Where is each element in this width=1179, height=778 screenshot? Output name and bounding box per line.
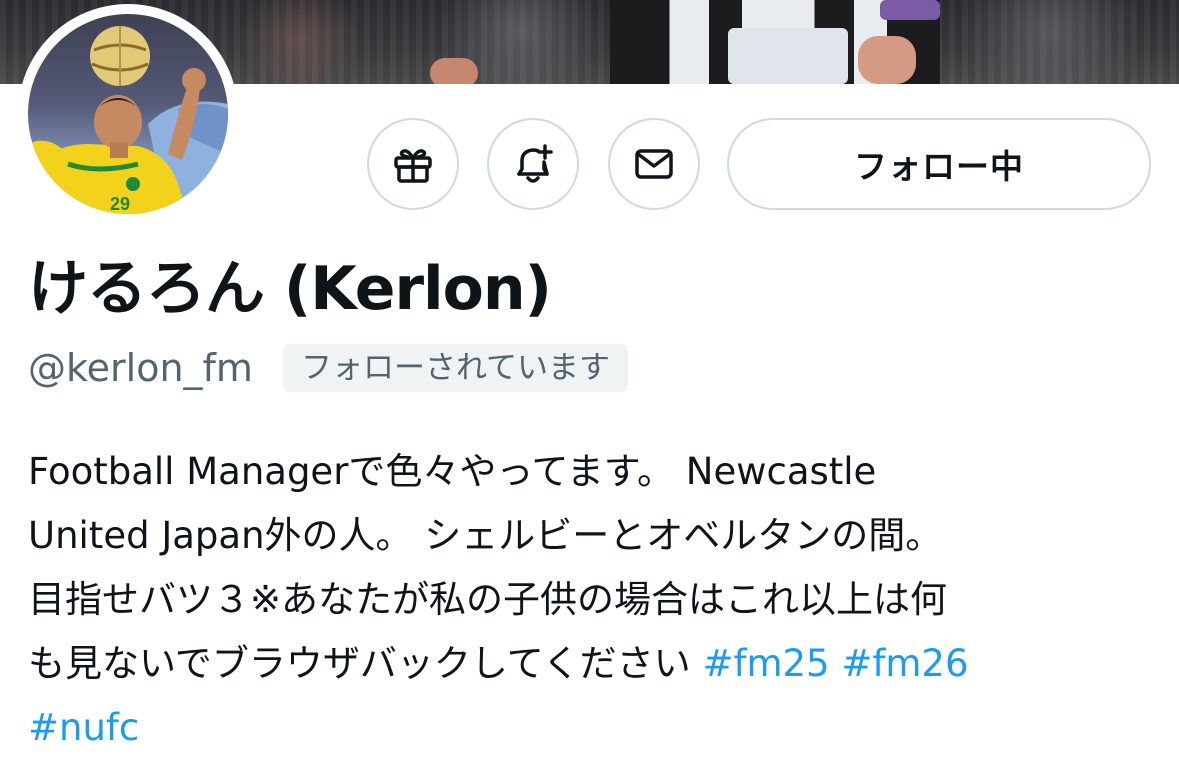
svg-text:29: 29 — [110, 194, 130, 214]
bio-line: も見ないでブラウザバックしてください #fm25 #fm26 — [28, 632, 1158, 696]
mail-icon — [635, 149, 673, 179]
bio-line: United Japan外の人。 シェルビーとオベルタンの間。 — [28, 514, 943, 557]
following-button[interactable]: フォロー中 — [727, 118, 1151, 210]
follows-you-badge: フォローされています — [282, 344, 629, 392]
banner-sleeve — [880, 0, 940, 20]
message-button[interactable] — [608, 118, 700, 210]
bio-line: #nufc — [28, 696, 1158, 760]
avatar-image: 29 — [28, 14, 228, 214]
bio-line: 目指せバツ３※あなたが私の子供の場合はこれ以上は何 — [28, 578, 948, 621]
notifications-button[interactable] — [487, 118, 579, 210]
banner-fist-left — [430, 58, 478, 84]
avatar[interactable]: 29 — [18, 4, 238, 224]
avatar-photo-illustration: 29 — [28, 26, 228, 214]
banner-fist-right — [858, 36, 916, 84]
gift-icon — [394, 149, 432, 183]
hashtag-link[interactable]: #fm25 — [702, 642, 829, 685]
notification-bell-plus-icon — [517, 144, 553, 183]
profile-page: 29 フォロー中 けるろん (Kerlon) @kerlon_fm フォローされ… — [0, 0, 1179, 778]
hashtag-link[interactable]: #nufc — [28, 706, 139, 749]
handle-row: @kerlon_fm フォローされています — [28, 342, 629, 394]
profile-bio: Football Managerで色々やってます。 Newcastle Unit… — [28, 440, 1158, 760]
bio-line: Football Managerで色々やってます。 Newcastle — [28, 450, 877, 493]
user-handle: @kerlon_fm — [28, 346, 253, 390]
hashtag-link[interactable]: #fm26 — [841, 642, 968, 685]
gift-button[interactable] — [367, 118, 459, 210]
banner-shirt-sponsor — [728, 28, 848, 84]
display-name: けるろん (Kerlon) — [28, 254, 552, 324]
bio-text: も見ないでブラウザバックしてください — [28, 642, 703, 685]
